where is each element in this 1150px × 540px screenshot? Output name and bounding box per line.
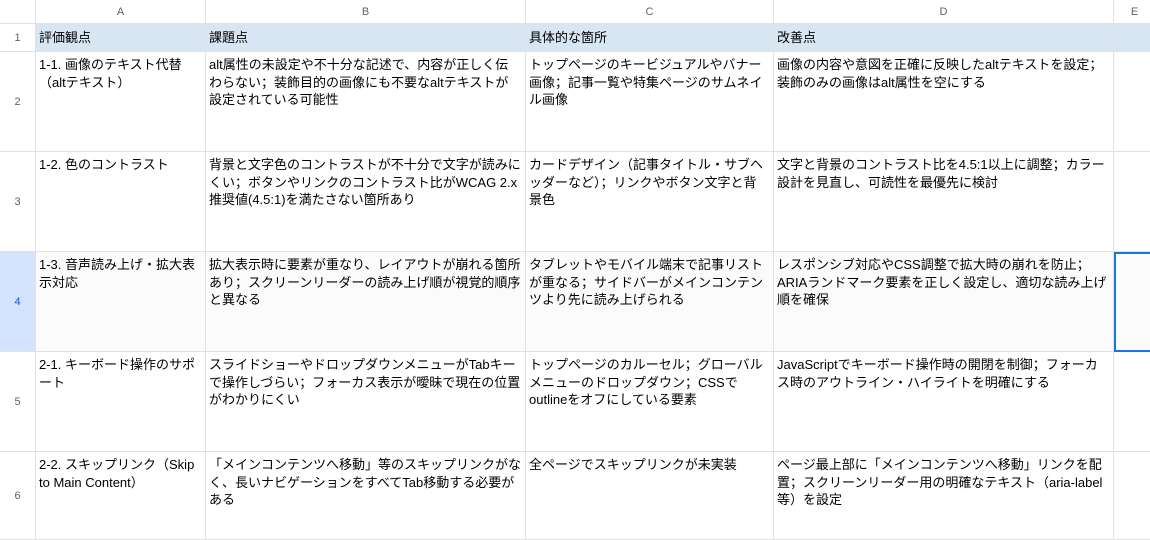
cell-D5[interactable]: JavaScriptでキーボード操作時の開閉を制御；フォーカス時のアウトライン・… [774, 352, 1114, 452]
cell-E6[interactable] [1114, 452, 1150, 540]
cell-A6[interactable]: 2-2. スキップリンク（Skip to Main Content） [36, 452, 206, 540]
cell-text: 1-3. 音声読み上げ・拡大表示対応 [39, 256, 201, 291]
cell-A3[interactable]: 1-2. 色のコントラスト [36, 152, 206, 252]
cell-D2[interactable]: 画像の内容や意図を正確に反映したaltテキストを設定；装飾のみの画像はalt属性… [774, 52, 1114, 152]
cell-B4[interactable]: 拡大表示時に要素が重なり、レイアウトが崩れる箇所あり；スクリーンリーダーの読み上… [206, 252, 526, 352]
cell-text: 全ページでスキップリンクが未実装 [529, 456, 737, 474]
cell-D3[interactable]: 文字と背景のコントラスト比を4.5:1以上に調整；カラー設計を見直し、可読性を最… [774, 152, 1114, 252]
cell-E2[interactable] [1114, 52, 1150, 152]
cell-B5[interactable]: スライドショーやドロップダウンメニューがTabキーで操作しづらい；フォーカス表示… [206, 352, 526, 452]
row-header-6[interactable]: 6 [0, 452, 36, 540]
cell-D4[interactable]: レスポンシブ対応やCSS調整で拡大時の崩れを防止；ARIAランドマーク要素を正し… [774, 252, 1114, 352]
cell-A4[interactable]: 1-3. 音声読み上げ・拡大表示対応 [36, 252, 206, 352]
cell-text: 拡大表示時に要素が重なり、レイアウトが崩れる箇所あり；スクリーンリーダーの読み上… [209, 256, 521, 309]
cell-A2[interactable]: 1-1. 画像のテキスト代替（altテキスト） [36, 52, 206, 152]
cell-B6[interactable]: 「メインコンテンツへ移動」等のスキップリンクがなく、長いナビゲーションをすべてT… [206, 452, 526, 540]
cell-A1[interactable]: 評価観点 [36, 24, 206, 52]
cell-text: 1-1. 画像のテキスト代替（altテキスト） [39, 56, 201, 91]
cell-text: 文字と背景のコントラスト比を4.5:1以上に調整；カラー設計を見直し、可読性を最… [777, 156, 1109, 191]
select-all-corner[interactable] [0, 0, 36, 24]
cell-C1[interactable]: 具体的な箇所 [526, 24, 774, 52]
cell-C3[interactable]: カードデザイン（記事タイトル・サブヘッダーなど）；リンクやボタン文字と背景色 [526, 152, 774, 252]
cell-text: JavaScriptでキーボード操作時の開閉を制御；フォーカス時のアウトライン・… [777, 356, 1109, 391]
cell-text: alt属性の未設定や不十分な記述で、内容が正しく伝わらない；装飾目的の画像にも不… [209, 56, 521, 109]
cell-text: 改善点 [777, 29, 816, 47]
cell-E3[interactable] [1114, 152, 1150, 252]
cell-C2[interactable]: トップページのキービジュアルやバナー画像；記事一覧や特集ページのサムネイル画像 [526, 52, 774, 152]
cell-text: ページ最上部に「メインコンテンツへ移動」リンクを配置；スクリーンリーダー用の明確… [777, 456, 1109, 509]
cell-text: 2-2. スキップリンク（Skip to Main Content） [39, 456, 201, 491]
cell-C6[interactable]: 全ページでスキップリンクが未実装 [526, 452, 774, 540]
cell-text: 画像の内容や意図を正確に反映したaltテキストを設定；装飾のみの画像はalt属性… [777, 56, 1109, 91]
cell-text: 背景と文字色のコントラストが不十分で文字が読みにくい；ボタンやリンクのコントラス… [209, 156, 521, 209]
col-header-E[interactable]: E [1114, 0, 1150, 24]
cell-text: カードデザイン（記事タイトル・サブヘッダーなど）；リンクやボタン文字と背景色 [529, 156, 769, 209]
cell-text: スライドショーやドロップダウンメニューがTabキーで操作しづらい；フォーカス表示… [209, 356, 521, 409]
cell-C4[interactable]: タブレットやモバイル端末で記事リストが重なる；サイドバーがメインコンテンツより先… [526, 252, 774, 352]
cell-text: トップページのキービジュアルやバナー画像；記事一覧や特集ページのサムネイル画像 [529, 56, 769, 109]
row-header-1[interactable]: 1 [0, 24, 36, 52]
cell-text: 2-1. キーボード操作のサポート [39, 356, 201, 391]
cell-text: レスポンシブ対応やCSS調整で拡大時の崩れを防止；ARIAランドマーク要素を正し… [777, 256, 1109, 309]
col-header-A[interactable]: A [36, 0, 206, 24]
cell-text: 「メインコンテンツへ移動」等のスキップリンクがなく、長いナビゲーションをすべてT… [209, 456, 521, 509]
cell-C5[interactable]: トップページのカルーセル；グローバルメニューのドロップダウン；CSSでoutli… [526, 352, 774, 452]
row-header-5[interactable]: 5 [0, 352, 36, 452]
cell-text: 評価観点 [39, 29, 91, 47]
cell-D1[interactable]: 改善点 [774, 24, 1114, 52]
cell-text: 課題点 [209, 29, 248, 47]
cell-E5[interactable] [1114, 352, 1150, 452]
col-header-B[interactable]: B [206, 0, 526, 24]
cell-B1[interactable]: 課題点 [206, 24, 526, 52]
cell-E1[interactable] [1114, 24, 1150, 52]
cell-B3[interactable]: 背景と文字色のコントラストが不十分で文字が読みにくい；ボタンやリンクのコントラス… [206, 152, 526, 252]
col-header-C[interactable]: C [526, 0, 774, 24]
cell-text: タブレットやモバイル端末で記事リストが重なる；サイドバーがメインコンテンツより先… [529, 256, 769, 309]
row-header-4[interactable]: 4 [0, 252, 36, 352]
cell-B2[interactable]: alt属性の未設定や不十分な記述で、内容が正しく伝わらない；装飾目的の画像にも不… [206, 52, 526, 152]
cell-text: トップページのカルーセル；グローバルメニューのドロップダウン；CSSでoutli… [529, 356, 769, 409]
col-header-D[interactable]: D [774, 0, 1114, 24]
row-header-3[interactable]: 3 [0, 152, 36, 252]
cell-text: 具体的な箇所 [529, 29, 607, 47]
cell-text: 1-2. 色のコントラスト [39, 156, 169, 174]
row-header-2[interactable]: 2 [0, 52, 36, 152]
cell-D6[interactable]: ページ最上部に「メインコンテンツへ移動」リンクを配置；スクリーンリーダー用の明確… [774, 452, 1114, 540]
cell-A5[interactable]: 2-1. キーボード操作のサポート [36, 352, 206, 452]
spreadsheet-grid: A B C D E 1 評価観点 課題点 具体的な箇所 改善点 2 1-1. 画… [0, 0, 1150, 540]
cell-E4[interactable] [1114, 252, 1150, 352]
